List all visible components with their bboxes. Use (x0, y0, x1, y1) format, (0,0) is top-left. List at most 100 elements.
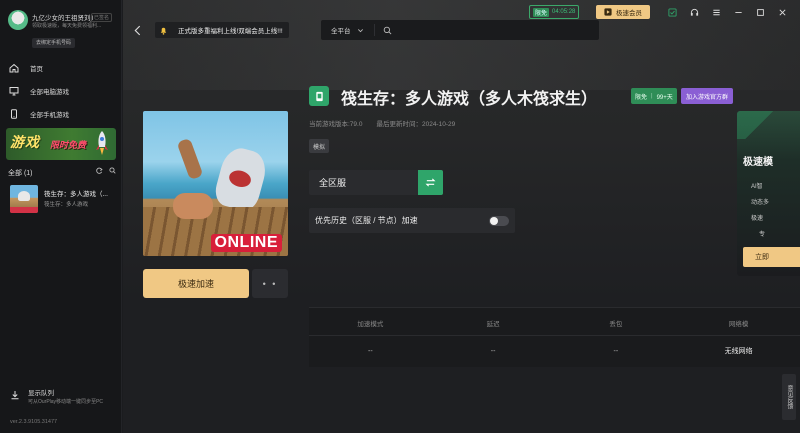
free-badge-label: 限免 (635, 94, 648, 101)
list-item[interactable]: 筏生存：多人游戏（... 筏生存：多人游戏 (8, 183, 120, 215)
game-version: 当前游戏版本:79.0 (309, 121, 363, 128)
feedback-button[interactable]: 意见反馈 (782, 374, 796, 420)
game-icon (309, 86, 329, 106)
priority-history-row: 优先历史（区服 / 节点）加速 (309, 208, 515, 233)
username: 九亿少女的王祖贤刘jl (32, 15, 94, 22)
close-icon (778, 8, 786, 16)
minimize-icon (734, 11, 742, 13)
sidebar-item-label: 全部手机游戏 (30, 112, 69, 119)
stats-table: 加速模式 延迟 丢包 网络模 -- -- -- 无线网络 (309, 307, 800, 367)
minimize-button[interactable] (727, 5, 749, 19)
genre-tag[interactable]: 模拟 (309, 139, 330, 153)
promo-card-button[interactable]: 立即 (743, 247, 800, 267)
headset-icon (690, 8, 698, 16)
search-bar: 全平台 (321, 20, 599, 40)
more-button[interactable]: • • (252, 269, 288, 298)
free-badge: 限免 | 99+天 (631, 88, 677, 104)
promo-banner[interactable]: 游戏 限时免费 (6, 128, 116, 160)
platform-dropdown[interactable]: 全平台 (321, 24, 375, 36)
maximize-icon (756, 8, 764, 16)
promo-card-line: 专 (759, 232, 766, 238)
back-button[interactable] (131, 22, 143, 38)
display-queue[interactable]: 显示队列 可从OurPlay移动端一键同步至PC (8, 386, 120, 406)
stats-header-packet-loss: 丢包 (609, 320, 623, 328)
checklist-button[interactable] (661, 5, 683, 19)
avatar[interactable] (8, 10, 28, 30)
stats-header-network: 网络模 (728, 320, 749, 328)
feedback-label: 意见反馈 (786, 385, 792, 409)
accelerate-button[interactable]: 极速加速 (143, 269, 249, 298)
display-queue-title: 显示队列 (28, 390, 54, 397)
game-item-desc: 筏生存：多人游戏 (44, 202, 89, 208)
game-cover: ONLINE (143, 111, 288, 256)
search-icon (383, 26, 392, 34)
game-meta: 当前游戏版本:79.0 最后更新时间：2024-10-29 (309, 118, 455, 128)
promo-title: 游戏 (10, 134, 40, 150)
join-group-button[interactable]: 加入游戏官方群 (681, 88, 734, 104)
rocket-icon (96, 131, 108, 155)
app-window: 九亿少女的王祖贤刘jl 已签名 领取极速版，每天免费领福利... 去绑定手机号码… (0, 0, 800, 433)
stats-value-mode: -- (368, 347, 373, 355)
window-controls (661, 5, 793, 19)
bell-icon (160, 27, 167, 35)
stats-header-latency: 延迟 (486, 320, 500, 328)
swap-icon (425, 178, 436, 187)
user-profile[interactable]: 九亿少女的王祖贤刘jl 已签名 领取极速版，每天免费领福利... 去绑定手机号码 (8, 10, 118, 50)
promo-subtitle: 限时免费 (50, 140, 87, 150)
toggle-knob (490, 217, 498, 225)
cover-banner: ONLINE (210, 234, 282, 252)
notice-bar[interactable]: 正式版多重福利上线!双端会员上线!!! (155, 22, 289, 38)
priority-toggle[interactable] (489, 216, 509, 226)
user-tag: 已签名 (91, 13, 113, 22)
monitor-icon (8, 85, 20, 97)
play-icon (604, 8, 612, 16)
version-label: ver.2.3.9105.31477 (10, 419, 58, 425)
display-queue-subtitle: 可从OurPlay移动端一键同步至PC (28, 399, 104, 405)
sidebar-item-home[interactable]: 首页 (8, 60, 118, 76)
support-button[interactable] (683, 5, 705, 19)
search-input[interactable] (398, 26, 598, 34)
vip-button[interactable]: 极速会员 (596, 5, 650, 19)
bind-phone-button[interactable]: 去绑定手机号码 (32, 38, 76, 48)
game-thumbnail (10, 185, 38, 213)
home-icon (8, 62, 20, 74)
free-badge-days: 99+天 (656, 94, 673, 101)
game-updated: 最后更新时间：2024-10-29 (376, 121, 456, 128)
stats-value-row: -- -- -- 无线网络 (309, 338, 800, 364)
close-button[interactable] (771, 5, 793, 19)
stats-header-mode: 加速模式 (357, 320, 384, 328)
promo-card[interactable]: 极速模 AI智 动态多 极速 专 立即 (737, 111, 800, 276)
search-box[interactable] (375, 24, 599, 36)
sidebar: 九亿少女的王祖贤刘jl 已签名 领取极速版，每天免费领福利... 去绑定手机号码… (0, 0, 122, 433)
menu-button[interactable] (705, 5, 727, 19)
platform-label: 全平台 (331, 28, 351, 35)
menu-icon (712, 9, 720, 15)
stats-header-row: 加速模式 延迟 丢包 网络模 (309, 310, 800, 336)
promo-card-line: 动态多 (751, 200, 770, 206)
search-icon[interactable] (109, 167, 116, 174)
vip-button-label: 极速会员 (616, 10, 642, 17)
stats-value-network: 无线网络 (724, 348, 753, 355)
android-icon (315, 91, 323, 101)
refresh-icon[interactable] (96, 167, 103, 174)
sidebar-item-mobile-games[interactable]: 全部手机游戏 (8, 106, 118, 122)
download-icon (11, 391, 19, 400)
notice-text: 正式版多重福利上线!双端会员上线!!! (178, 28, 283, 35)
main-panel: 正式版多重福利上线!双端会员上线!!! 全平台 限免 04:05:28 极速会员 (123, 0, 800, 433)
free-timer: 限免 04:05:28 (529, 5, 580, 19)
game-item-name: 筏生存：多人游戏（... (44, 191, 108, 198)
phone-icon (8, 108, 20, 120)
page-title: 筏生存：多人游戏（多人木筏求生） (341, 91, 598, 108)
sidebar-item-pc-games[interactable]: 全部电脑游戏 (8, 83, 118, 99)
server-field[interactable]: 全区服 (309, 170, 418, 195)
priority-label: 优先历史（区服 / 节点）加速 (315, 216, 418, 225)
sidebar-item-label: 首页 (30, 66, 43, 73)
stats-value-latency: -- (490, 347, 496, 355)
server-switch-button[interactable] (418, 170, 443, 195)
maximize-button[interactable] (749, 5, 771, 19)
free-timer-value: 04:05:28 (552, 9, 576, 15)
all-games-count: 全部 (1) (8, 170, 33, 177)
promo-card-title: 极速模 (743, 157, 773, 168)
list-actions (96, 167, 116, 174)
topbar: 正式版多重福利上线!双端会员上线!!! 全平台 限免 04:05:28 极速会员 (123, 0, 800, 40)
